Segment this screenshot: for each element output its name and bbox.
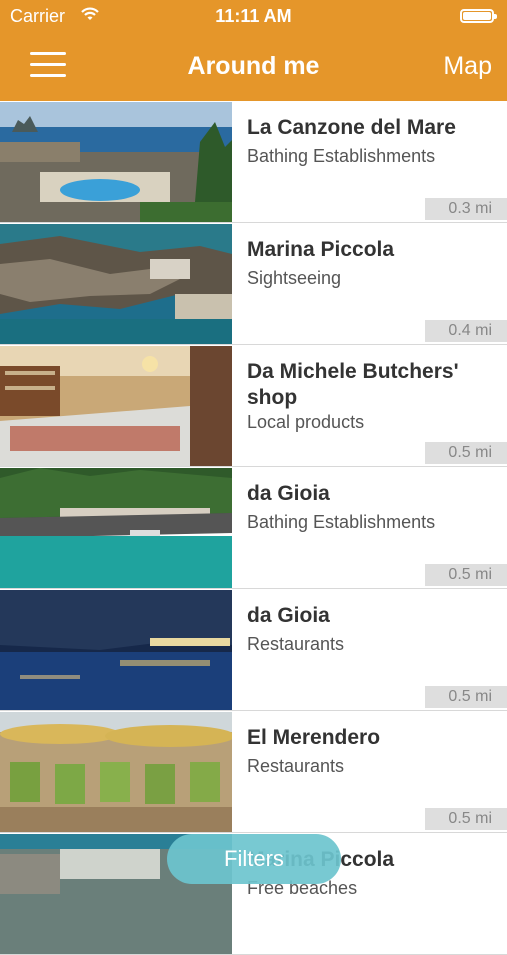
place-thumbnail <box>0 468 232 588</box>
place-name: Da Michele Butchers' shop <box>247 360 459 409</box>
status-time: 11:11 AM <box>215 6 292 26</box>
list-item[interactable]: da Gioia Bathing Establishments 0.5 mi <box>0 467 507 589</box>
place-thumbnail <box>0 102 232 222</box>
filters-button[interactable]: Filters <box>167 834 341 884</box>
distance-badge: 0.3 mi <box>425 198 507 220</box>
distance-badge: 0.5 mi <box>425 442 507 464</box>
place-category: Local products <box>247 412 365 432</box>
place-thumbnail <box>0 224 232 344</box>
place-category: Sightseeing <box>247 268 342 288</box>
place-thumbnail <box>0 712 232 832</box>
place-thumbnail <box>0 346 232 466</box>
place-name: da Gioia <box>247 482 330 505</box>
place-name: da Gioia <box>247 604 330 627</box>
distance-badge: 0.5 mi <box>425 686 507 708</box>
status-bar: Carrier 11:11 AM <box>0 0 507 34</box>
distance-badge: 0.4 mi <box>425 320 507 342</box>
battery-icon <box>460 9 497 23</box>
page-title: Around me <box>187 52 320 80</box>
list-item[interactable]: Marina Piccola Sightseeing 0.4 mi <box>0 223 507 345</box>
app-header: Carrier 11:11 AM Around me Map <box>0 0 507 101</box>
place-category: Bathing Establishments <box>247 512 436 532</box>
places-list: La Canzone del Mare Bathing Establishmen… <box>0 101 507 955</box>
list-item[interactable]: Da Michele Butchers' shop Local products… <box>0 345 507 467</box>
place-category: Bathing Establishments <box>247 146 436 166</box>
distance-badge: 0.5 mi <box>425 808 507 830</box>
list-item[interactable]: La Canzone del Mare Bathing Establishmen… <box>0 101 507 223</box>
place-name: Marina Piccola <box>247 238 395 261</box>
map-button[interactable]: Map <box>443 52 492 81</box>
distance-badge: 0.5 mi <box>425 564 507 586</box>
list-item[interactable]: da Gioia Restaurants 0.5 mi <box>0 589 507 711</box>
place-name: La Canzone del Mare <box>247 116 456 139</box>
list-item[interactable]: El Merendero Restaurants 0.5 mi <box>0 711 507 833</box>
place-category: Restaurants <box>247 634 345 654</box>
place-category: Restaurants <box>247 756 345 776</box>
place-thumbnail <box>0 590 232 710</box>
place-name: El Merendero <box>247 726 381 749</box>
